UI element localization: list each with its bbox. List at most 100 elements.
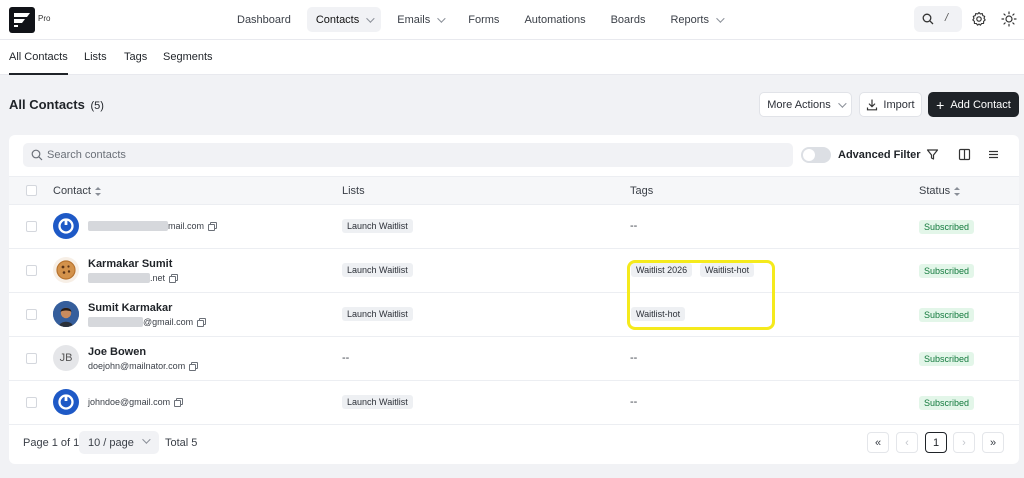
column-contact[interactable]: Contact xyxy=(53,185,101,197)
column-label: Lists xyxy=(342,185,365,197)
chevron-right-icon: › xyxy=(962,436,966,449)
column-status[interactable]: Status xyxy=(919,185,961,197)
search-contacts-input[interactable] xyxy=(47,143,777,167)
sort-icon xyxy=(954,186,961,196)
column-label: Status xyxy=(919,185,951,197)
status-badge: Subscribed xyxy=(919,308,975,322)
chevron-down-icon xyxy=(837,98,847,108)
columns-button[interactable] xyxy=(953,143,975,165)
next-page-button[interactable]: › xyxy=(953,432,975,453)
chevron-down-icon xyxy=(366,13,375,23)
redacted-text xyxy=(88,221,168,231)
tab-segments[interactable]: Segments xyxy=(163,51,213,63)
status-badge: Subscribed xyxy=(919,220,975,234)
last-page-button[interactable]: » xyxy=(982,432,1004,453)
import-label: Import xyxy=(883,98,915,111)
sun-icon[interactable] xyxy=(1001,11,1017,27)
nav-emails[interactable]: Emails xyxy=(388,7,452,32)
logo-mark-icon xyxy=(14,13,30,27)
nav-label: Boards xyxy=(610,13,646,26)
density-button[interactable] xyxy=(982,143,1004,165)
nav-label: Emails xyxy=(397,13,431,26)
add-contact-button[interactable]: + Add Contact xyxy=(928,92,1019,117)
top-navigation-bar: Pro Dashboard Contacts Emails Forms Auto… xyxy=(0,0,1024,40)
redacted-text xyxy=(88,317,143,327)
nav-label: Forms xyxy=(468,13,500,26)
row-checkbox[interactable] xyxy=(26,397,37,408)
column-tags: Tags xyxy=(630,185,653,197)
nav-contacts[interactable]: Contacts xyxy=(306,7,382,32)
global-search-button[interactable]: / xyxy=(914,6,962,32)
nav-reports[interactable]: Reports xyxy=(661,7,731,32)
row-checkbox[interactable] xyxy=(26,265,37,276)
chevron-down-icon xyxy=(716,13,725,23)
email-text: doejohn@mailnator.com xyxy=(88,361,186,371)
advanced-filter-toggle[interactable] xyxy=(801,147,831,163)
copy-icon[interactable] xyxy=(208,222,218,231)
select-all-checkbox[interactable] xyxy=(26,185,37,196)
email-text: .net xyxy=(150,273,166,283)
nav-label: Dashboard xyxy=(237,13,291,26)
page-indicator: Page 1 of 1 xyxy=(23,437,80,449)
table-row[interactable]: Karmakar Sumit .net Launch Waitlist Wait… xyxy=(9,249,1019,293)
search-icon xyxy=(922,13,934,25)
contact-name[interactable]: Karmakar Sumit xyxy=(88,258,172,270)
nav-boards[interactable]: Boards xyxy=(602,7,655,32)
tab-lists[interactable]: Lists xyxy=(84,51,107,63)
main-nav: Dashboard Contacts Emails Forms Automati… xyxy=(228,7,738,32)
import-button[interactable]: Import xyxy=(859,92,922,117)
avatar xyxy=(53,301,79,327)
contacts-table-card: Advanced Filter Contact Lists Tags Statu… xyxy=(9,135,1019,464)
table-row[interactable]: JB Joe Bowen doejohn@mailnator.com -- --… xyxy=(9,337,1019,381)
copy-icon[interactable] xyxy=(174,398,184,407)
add-contact-label: Add Contact xyxy=(950,98,1011,111)
gear-icon[interactable] xyxy=(971,11,987,27)
table-row[interactable]: Sumit Karmakar @gmail.com Launch Waitlis… xyxy=(9,293,1019,337)
columns-icon xyxy=(958,148,970,160)
nav-label: Automations xyxy=(524,13,586,26)
tab-tags[interactable]: Tags xyxy=(124,51,147,63)
contact-name[interactable]: Sumit Karmakar xyxy=(88,302,172,314)
app-logo[interactable] xyxy=(9,7,35,33)
person-avatar-icon xyxy=(53,301,79,327)
chevron-down-icon xyxy=(142,435,151,444)
status-badge: Subscribed xyxy=(919,264,975,278)
contact-email: .net xyxy=(88,273,179,283)
chevron-down-icon xyxy=(437,13,446,23)
row-checkbox[interactable] xyxy=(26,309,37,320)
email-text: mail.com xyxy=(168,221,205,231)
first-page-button[interactable]: « xyxy=(867,432,889,453)
row-checkbox[interactable] xyxy=(26,221,37,232)
list-chip: Launch Waitlist xyxy=(342,263,413,277)
column-lists: Lists xyxy=(342,185,365,197)
contacts-subtabs: All Contacts Lists Tags Segments xyxy=(0,40,1024,75)
contact-name[interactable]: Joe Bowen xyxy=(88,346,146,358)
total-count: Total 5 xyxy=(165,437,198,449)
nav-dashboard[interactable]: Dashboard xyxy=(228,7,300,32)
prev-page-button[interactable]: ‹ xyxy=(896,432,918,453)
nav-forms[interactable]: Forms xyxy=(459,7,508,32)
table-row[interactable]: mail.com Launch Waitlist -- Subscribed xyxy=(9,205,1019,249)
search-contacts-field[interactable] xyxy=(23,143,793,167)
copy-icon[interactable] xyxy=(197,318,207,327)
table-row[interactable]: johndoe@gmail.com Launch Waitlist -- Sub… xyxy=(9,381,1019,425)
tab-all-contacts[interactable]: All Contacts xyxy=(9,51,68,75)
nav-automations[interactable]: Automations xyxy=(515,7,594,32)
plan-badge: Pro xyxy=(38,14,51,23)
row-checkbox[interactable] xyxy=(26,353,37,364)
more-actions-button[interactable]: More Actions xyxy=(759,92,852,117)
table-header: Contact Lists Tags Status xyxy=(9,176,1019,205)
more-actions-label: More Actions xyxy=(767,98,831,111)
copy-icon[interactable] xyxy=(189,362,199,371)
copy-icon[interactable] xyxy=(169,274,179,283)
email-text: @gmail.com xyxy=(143,317,194,327)
contact-email: mail.com xyxy=(88,221,218,231)
page-button-current[interactable]: 1 xyxy=(925,432,947,453)
column-label: Contact xyxy=(53,185,91,197)
per-page-select[interactable]: 10 / page xyxy=(79,431,159,454)
tags-highlight-box xyxy=(627,260,775,330)
page-title: All Contacts (5) xyxy=(9,97,104,112)
status-badge: Subscribed xyxy=(919,352,975,366)
advanced-filter-label: Advanced Filter xyxy=(838,149,921,161)
filter-button[interactable] xyxy=(921,143,943,165)
